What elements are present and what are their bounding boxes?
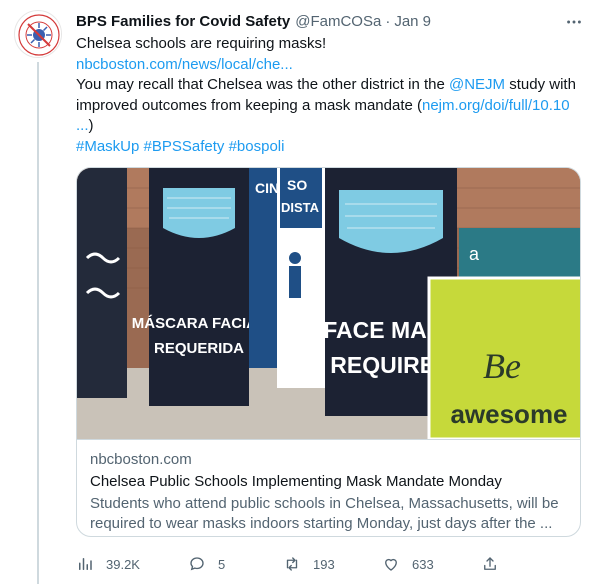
sign-teal-text: a [469,244,480,264]
tweet-actions: 39.2K 5 193 633 [76,552,586,576]
retweet-button[interactable]: 193 [283,552,335,576]
sign-blue-text: CIN [255,180,279,196]
views-count: 39.2K [106,556,140,572]
sign-distance-line1: SO [287,177,307,193]
reply-count: 5 [218,556,226,572]
hashtags[interactable]: #MaskUp #BPSSafety #bospoli [76,138,284,155]
card-domain: nbcboston.com [90,451,192,468]
card-image[interactable]: MÁSCARA FACIAL REQUERIDA CIN SO DISTA FA… [77,168,580,439]
analytics-icon [79,558,92,570]
be-awesome-sign: Be awesome [427,276,580,439]
separator-dot: · [385,12,391,30]
tweet[interactable]: BPS Families for Covid Safety @FamCOSa ·… [0,0,598,584]
card-text[interactable]: nbcboston.com Chelsea Public Schools Imp… [77,439,580,536]
reply-button[interactable]: 5 [188,552,225,576]
views-button[interactable]: 39.2K [76,552,140,576]
avatar[interactable] [14,10,62,58]
like-button[interactable]: 633 [382,552,434,576]
sign-right-line1: Be [483,346,521,386]
author-handle[interactable]: @FamCOSa [295,13,381,30]
card-description: Students who attend public schools in Ch… [90,495,559,532]
tweet-text: You may recall that Chelsea was the othe… [76,76,449,93]
social-distancing-sign: CIN SO DISTA [249,168,325,388]
retweet-icon [286,557,298,571]
arabic-sign [77,168,127,398]
link-card[interactable]: MÁSCARA FACIAL REQUERIDA CIN SO DISTA FA… [76,167,581,537]
mascara-facial-sign: MÁSCARA FACIAL REQUERIDA [132,168,266,406]
reply-icon [190,557,204,571]
author-name[interactable]: BPS Families for Covid Safety [76,13,290,30]
famcosa-logo-icon [16,12,61,57]
like-count: 633 [412,556,434,572]
tweet-time[interactable]: Jan 9 [394,13,431,30]
tweet-line-3: You may recall that Chelsea was the othe… [76,75,586,137]
tweet-header: BPS Families for Covid Safety @FamCOSa ·… [76,10,431,32]
thread-line [37,62,39,584]
more-icon[interactable] [564,12,584,32]
tweet-text: ) [88,117,94,134]
sign-left-line2: REQUERIDA [154,340,244,357]
tweet-body: Chelsea schools are requiring masks! nbc… [76,34,586,157]
mention-link[interactable]: @NEJM [449,76,505,93]
sign-distance-line2: DISTA [281,200,320,215]
article-link[interactable]: nbcboston.com/news/local/che... [76,56,293,73]
retweet-count: 193 [313,556,335,572]
tweet-line-1: Chelsea schools are requiring masks! [76,35,327,52]
sign-left-line1: MÁSCARA FACIAL [132,315,266,332]
card-title: Chelsea Public Schools Implementing Mask… [90,473,502,490]
sign-right-line2: awesome [450,399,567,429]
share-icon [484,557,496,570]
heart-icon [385,558,397,571]
share-button[interactable] [481,552,511,576]
